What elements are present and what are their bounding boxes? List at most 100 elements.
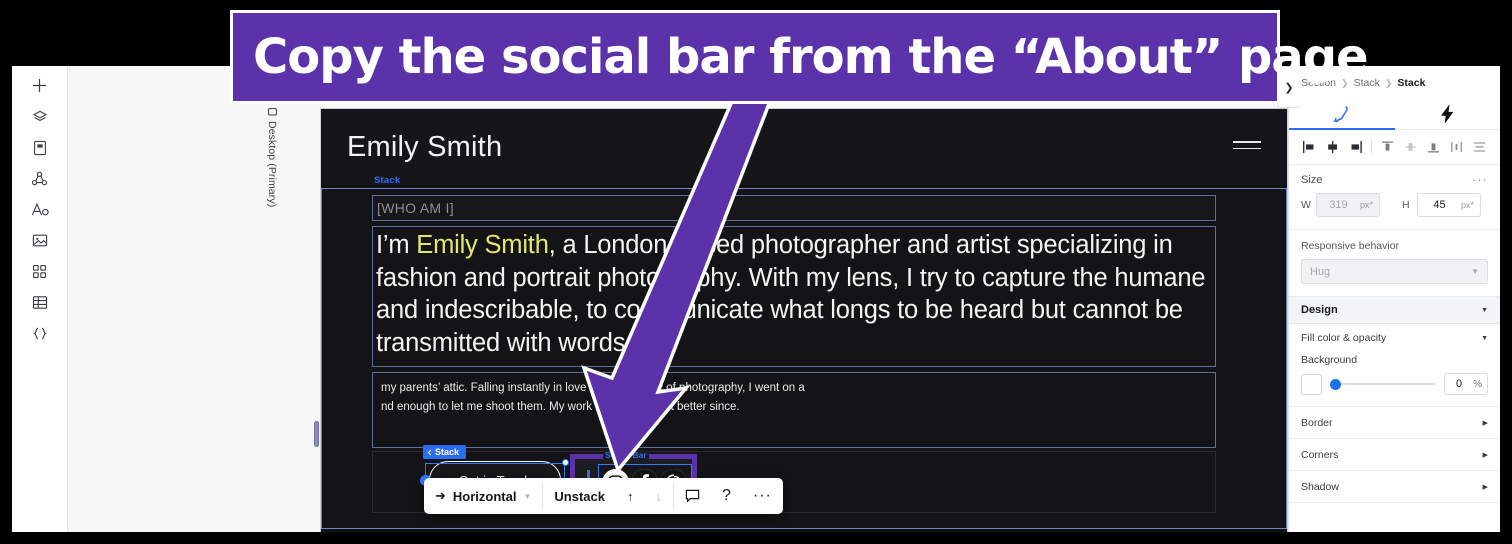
opacity-input[interactable]: 0 % — [1444, 373, 1488, 395]
move-down-button[interactable]: ↓ — [644, 478, 673, 514]
chevron-right-icon: ▶ — [1482, 419, 1488, 427]
help-label: ? — [721, 487, 731, 504]
site-logo[interactable]: Emily Smith — [347, 131, 502, 164]
responsive-behavior-value: Hug — [1310, 265, 1331, 278]
media-icon[interactable] — [21, 225, 59, 256]
paragraph-highlight: Emily Smith — [416, 231, 549, 259]
left-tool-rail — [12, 66, 68, 532]
height-unit: px* — [1460, 200, 1474, 210]
background-label: Background — [1301, 354, 1358, 366]
corners-section-header[interactable]: Corners ▶ — [1289, 439, 1500, 471]
align-top-icon[interactable] — [1377, 137, 1398, 157]
shadow-title: Shadow — [1301, 480, 1339, 493]
opacity-slider-track — [1330, 383, 1436, 385]
body-text-block[interactable]: my parents’ attic. Falling instantly in … — [372, 372, 1216, 448]
stack-direction-button[interactable]: ➜ Horizontal ▼ — [424, 478, 542, 514]
add-icon[interactable] — [21, 70, 59, 101]
width-value: 319 — [1329, 199, 1348, 211]
brush-icon — [1333, 105, 1349, 122]
tab-design[interactable] — [1289, 98, 1395, 130]
height-label: H — [1402, 199, 1410, 211]
cms-icon[interactable] — [21, 163, 59, 194]
align-left-icon[interactable] — [1299, 137, 1320, 157]
tab-interactions[interactable] — [1395, 98, 1501, 129]
opacity-value: 0 — [1455, 378, 1463, 390]
opacity-slider[interactable] — [1330, 376, 1436, 392]
align-right-icon[interactable] — [1345, 137, 1366, 157]
arrow-right-icon: ➜ — [435, 488, 446, 503]
size-fields-row: W 319 px* H 45 px* — [1289, 189, 1500, 230]
layer-tag-stack[interactable]: Stack — [374, 175, 400, 186]
selection-handle-top-right[interactable] — [562, 459, 569, 466]
chevron-down-icon: ▼ — [1471, 267, 1479, 276]
comment-icon — [685, 489, 700, 503]
fill-title: Fill color & opacity — [1301, 332, 1387, 344]
stack-direction-label: Horizontal — [452, 488, 517, 504]
inspector-panel: Section ❯ Stack ❯ Stack Size ··· W 319 p… — [1288, 66, 1500, 532]
table-icon[interactable] — [21, 287, 59, 318]
distribute-horizontal-icon[interactable] — [1446, 137, 1467, 157]
align-middle-icon[interactable] — [1400, 137, 1421, 157]
size-title: Size — [1301, 174, 1323, 186]
layer-tag-stack-button-text: Stack — [435, 447, 460, 457]
body-text-line-2: nd enough to let me shoot them. My work … — [381, 401, 740, 413]
shadow-section-header[interactable]: Shadow ▶ — [1289, 471, 1500, 503]
fill-section-header[interactable]: Fill color & opacity ▼ — [1289, 324, 1500, 352]
align-divider — [1371, 140, 1372, 154]
distribute-vertical-icon[interactable] — [1469, 137, 1490, 157]
background-block: Background 0 % — [1289, 352, 1500, 407]
align-bottom-icon[interactable] — [1423, 137, 1444, 157]
paragraph-text-block[interactable]: I’m Emily Smith, a London-based photogra… — [372, 226, 1216, 367]
apps-icon[interactable] — [21, 256, 59, 287]
border-section-header[interactable]: Border ▶ — [1289, 407, 1500, 439]
chevron-down-icon: ▼ — [523, 491, 532, 501]
responsive-behavior-block: Responsive behavior Hug ▼ — [1289, 230, 1500, 297]
code-icon[interactable] — [21, 318, 59, 349]
breakpoint-label[interactable]: Desktop (Primary) — [264, 108, 280, 207]
corners-title: Corners — [1301, 448, 1339, 461]
height-value: 45 — [1433, 199, 1446, 211]
chevron-right-icon: ▶ — [1482, 451, 1488, 459]
align-toolbar — [1289, 130, 1500, 165]
chevron-right-icon: ▶ — [1482, 483, 1488, 491]
size-more-button[interactable]: ··· — [1472, 173, 1488, 186]
background-color-swatch[interactable] — [1301, 373, 1322, 395]
responsive-behavior-select[interactable]: Hug ▼ — [1301, 259, 1488, 284]
width-unit: px* — [1359, 200, 1373, 210]
context-toolbar[interactable]: ➜ Horizontal ▼ Unstack ↑ ↓ ? ··· — [424, 478, 783, 514]
body-text-line-1: my parents’ attic. Falling instantly in … — [381, 382, 805, 394]
breadcrumb-item-2[interactable]: Stack — [1397, 77, 1425, 89]
pages-icon[interactable] — [21, 132, 59, 163]
website-canvas-frame[interactable]: Emily Smith Stack [WHO AM I] I’m Emily S… — [320, 108, 1288, 532]
canvas-work-area: Desktop (Primary) Emily Smith Stack [WHO… — [68, 66, 1500, 532]
width-input[interactable]: 319 px* — [1316, 193, 1380, 217]
lightning-icon — [1440, 104, 1454, 123]
more-options-button[interactable]: ··· — [742, 478, 783, 514]
more-label: ··· — [752, 487, 772, 504]
unstack-button[interactable]: Unstack — [543, 478, 616, 514]
eyebrow-text-block[interactable]: [WHO AM I] — [372, 195, 1216, 221]
size-section-header: Size ··· — [1289, 165, 1500, 189]
responsive-behavior-label: Responsive behavior — [1301, 240, 1400, 252]
editor-shell: Desktop (Primary) Emily Smith Stack [WHO… — [12, 66, 1500, 532]
comment-button[interactable] — [674, 478, 711, 514]
design-section-header[interactable]: Design ▼ — [1289, 297, 1500, 324]
inspector-tabs — [1289, 98, 1500, 130]
height-input[interactable]: 45 px* — [1417, 193, 1481, 217]
move-up-button[interactable]: ↑ — [616, 478, 645, 514]
paragraph-prefix: I’m — [376, 231, 417, 259]
opacity-slider-knob[interactable] — [1330, 379, 1341, 390]
align-center-horizontal-icon[interactable] — [1322, 137, 1343, 157]
opacity-unit: % — [1473, 378, 1482, 390]
hamburger-menu-icon[interactable] — [1233, 141, 1261, 154]
site-header: Emily Smith — [321, 109, 1287, 185]
eyebrow-text: [WHO AM I] — [377, 200, 454, 216]
layer-tag-social-bar[interactable]: Social Bar — [603, 450, 649, 460]
frame-resize-handle-left[interactable] — [314, 421, 319, 447]
text-icon[interactable] — [21, 194, 59, 225]
help-button[interactable]: ? — [711, 478, 742, 514]
layer-tag-stack-button[interactable]: Stack — [423, 445, 467, 459]
screenshot-root: Desktop (Primary) Emily Smith Stack [WHO… — [0, 0, 1512, 544]
layers-icon[interactable] — [21, 101, 59, 132]
border-title: Border — [1301, 416, 1333, 429]
